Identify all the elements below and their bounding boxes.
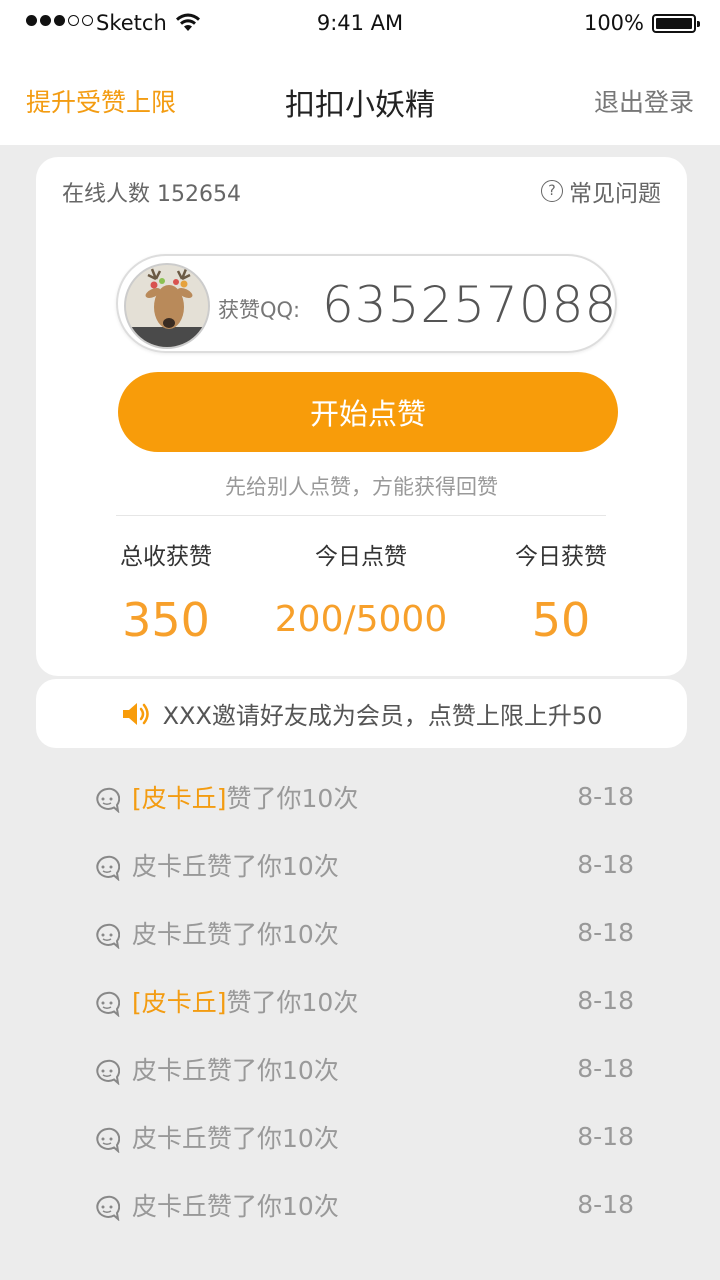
feed-user: 皮卡丘 <box>132 1056 208 1085</box>
stat-value: 200/5000 <box>274 599 448 640</box>
avatar[interactable] <box>124 263 210 349</box>
stat-total-likes: 总收获赞 350 <box>88 537 244 647</box>
feed-date: 8-18 <box>577 850 634 879</box>
feed-text: 赞了你10次 <box>207 920 339 949</box>
list-item[interactable]: 皮卡丘 赞了你10次 8-18 <box>94 1103 634 1171</box>
feed-text: 赞了你10次 <box>207 1124 339 1153</box>
stat-value: 50 <box>531 593 591 647</box>
feed-user: 皮卡丘 <box>132 920 208 949</box>
feed-date: 8-18 <box>577 1122 634 1151</box>
list-item[interactable]: 皮卡丘 赞了你10次 8-18 <box>94 1035 634 1103</box>
stat-label: 今日获赞 <box>515 544 607 570</box>
faq-link[interactable]: ? 常见问题 <box>541 174 661 208</box>
qq-number-value[interactable]: 635257088 <box>322 276 617 334</box>
tip-text: 先给别人点赞，方能获得回赞 <box>225 475 498 499</box>
online-number: 152654 <box>157 182 241 207</box>
faq-label: 常见问题 <box>569 181 661 207</box>
stat-today-given: 今日点赞 200/5000 <box>266 537 456 640</box>
feed-text: 赞了你10次 <box>207 1056 339 1085</box>
chat-bubble-icon <box>96 991 120 1017</box>
like-feed: [皮卡丘] 赞了你10次 8-18 皮卡丘 赞了你10次 8-18 皮卡丘 赞了你10… <box>94 763 634 1239</box>
feed-date: 8-18 <box>577 782 634 811</box>
feed-text: 赞了你10次 <box>226 988 359 1017</box>
chat-bubble-icon <box>96 787 120 813</box>
stat-today-received: 今日获赞 50 <box>485 537 637 647</box>
list-item[interactable]: [皮卡丘] 赞了你10次 8-18 <box>94 967 634 1035</box>
list-item[interactable]: 皮卡丘 赞了你10次 8-18 <box>94 899 634 967</box>
list-item[interactable]: [皮卡丘] 赞了你10次 8-18 <box>94 763 634 831</box>
battery-percent: 100% <box>583 11 644 35</box>
list-item[interactable]: 皮卡丘 赞了你10次 8-18 <box>94 831 634 899</box>
feed-date: 8-18 <box>577 918 634 947</box>
feed-user: 皮卡丘 <box>132 1192 208 1221</box>
stat-label: 今日点赞 <box>315 544 407 570</box>
stat-label: 总收获赞 <box>120 544 212 570</box>
online-count: 在线人数 152654 <box>62 176 241 208</box>
chat-bubble-icon <box>96 1127 120 1153</box>
list-item[interactable]: 皮卡丘 赞了你10次 8-18 <box>94 1171 634 1239</box>
speaker-icon <box>122 702 149 725</box>
feed-text: 赞了你10次 <box>226 784 359 813</box>
top-header: Sketch 9:41 AM 100% 提升受赞上限 扣扣小妖精 退出登录 <box>0 0 720 145</box>
qq-label: 获赞QQ: <box>218 298 301 322</box>
feed-date: 8-18 <box>577 1190 634 1219</box>
feed-user-highlight: [皮卡丘] <box>132 784 227 813</box>
notice-banner: XXX邀请好友成为会员，点赞上限上升50 <box>36 679 687 748</box>
stat-value: 350 <box>122 593 210 647</box>
qq-input[interactable]: 获赞QQ: 635257088 <box>116 254 617 353</box>
main-card: 在线人数 152654 ? 常见问题 获赞QQ: 635257088 开始点赞 … <box>36 157 687 676</box>
feed-user: 皮卡丘 <box>132 852 208 881</box>
feed-text: 赞了你10次 <box>207 852 339 881</box>
chat-bubble-icon <box>96 1059 120 1085</box>
logout-link[interactable]: 退出登录 <box>594 83 694 119</box>
start-like-button[interactable]: 开始点赞 <box>118 372 618 452</box>
divider <box>116 515 606 516</box>
chat-bubble-icon <box>96 1195 120 1221</box>
feed-date: 8-18 <box>577 986 634 1015</box>
battery-icon <box>652 14 700 33</box>
notice-text: XXX邀请好友成为会员，点赞上限上升50 <box>162 702 603 730</box>
feed-text: 赞了你10次 <box>207 1192 339 1221</box>
help-icon: ? <box>541 180 563 202</box>
feed-user: 皮卡丘 <box>132 1124 208 1153</box>
chat-bubble-icon <box>96 923 120 949</box>
status-bar: Sketch 9:41 AM 100% <box>0 0 720 48</box>
feed-date: 8-18 <box>577 1054 634 1083</box>
online-label: 在线人数 <box>62 182 151 207</box>
feed-user-highlight: [皮卡丘] <box>132 988 227 1017</box>
chat-bubble-icon <box>96 855 120 881</box>
